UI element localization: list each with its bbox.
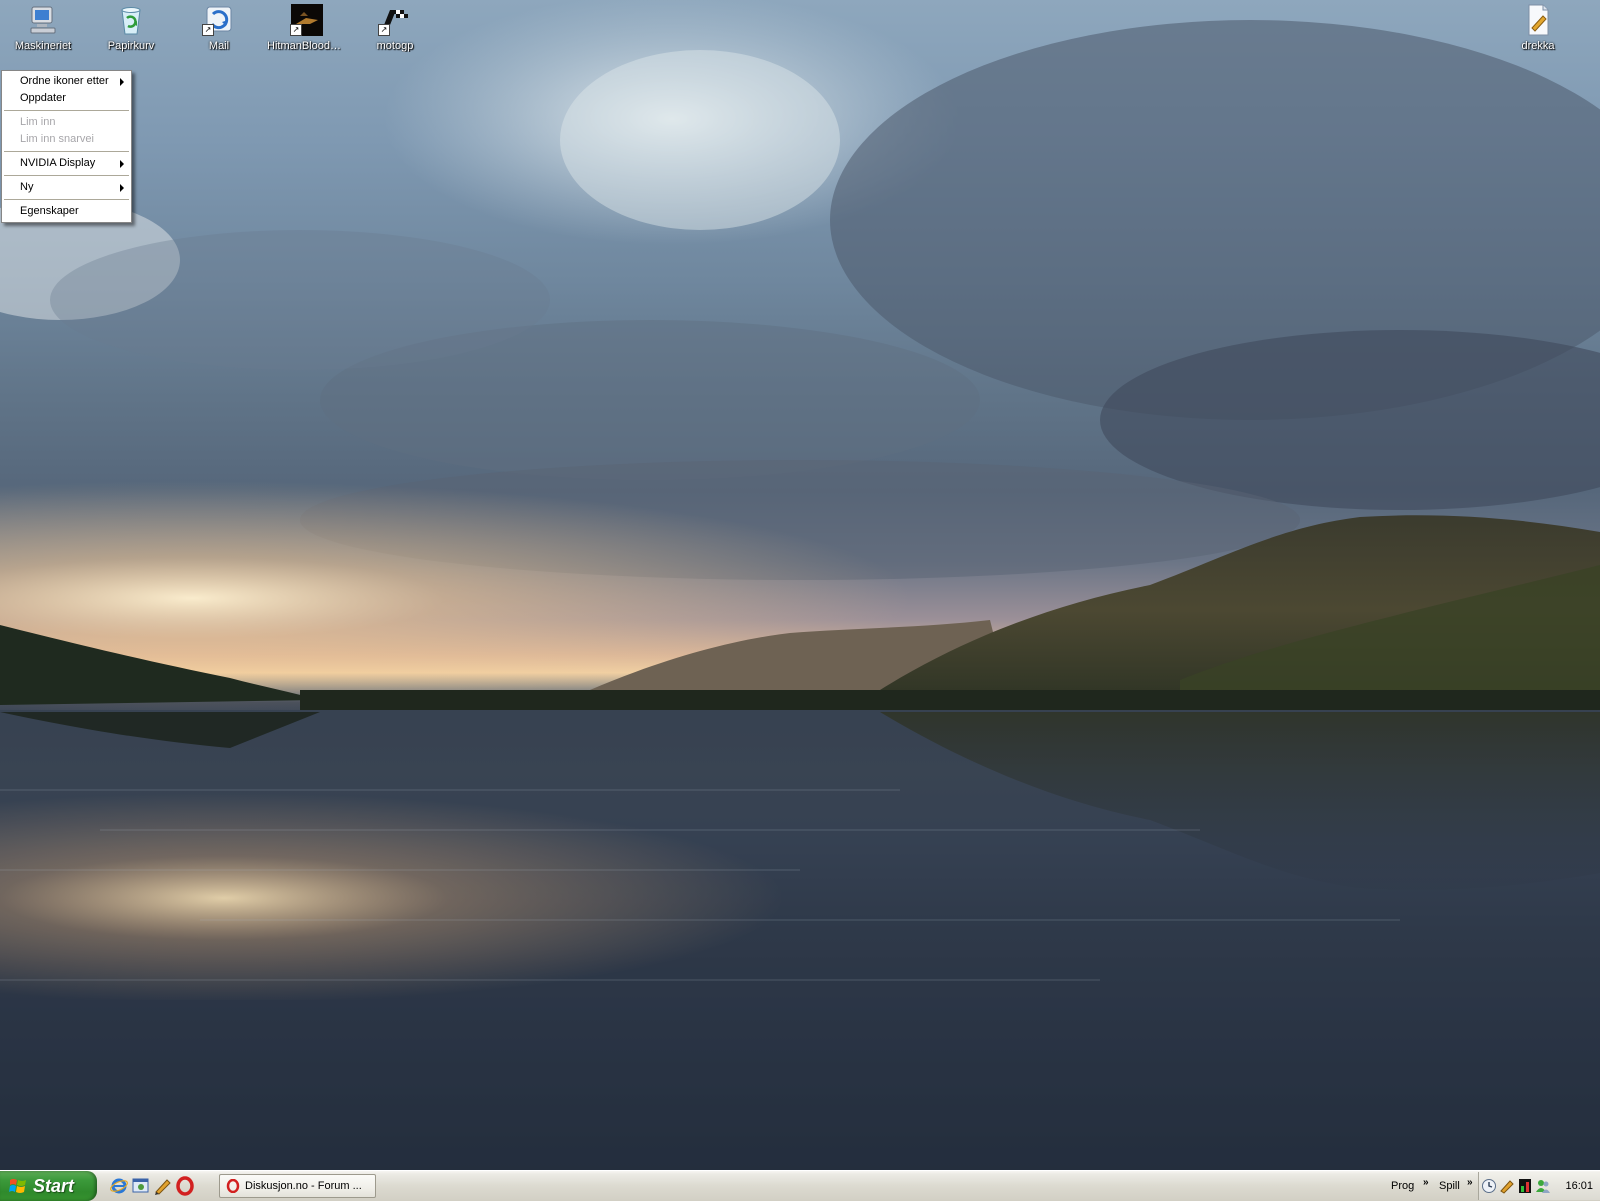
show-desktop-icon[interactable]: [131, 1176, 151, 1196]
menu-item-label: Egenskaper: [20, 205, 79, 217]
menu-item-label: Ordne ikoner etter: [20, 75, 109, 87]
motogp-game-icon: ↗: [378, 4, 412, 36]
windows-logo-icon: [9, 1179, 26, 1193]
text-document-icon: [1521, 4, 1555, 36]
menu-item-refresh[interactable]: Oppdater: [2, 90, 131, 107]
menu-item-paste: Lim inn: [2, 114, 131, 131]
tray-clock-icon[interactable]: [1481, 1178, 1497, 1194]
desktop-icon-label: HitmanBloodM...: [267, 40, 347, 52]
submenu-arrow-icon: [120, 160, 124, 168]
taskbar-window-title: Diskusjon.no - Forum ...: [245, 1180, 362, 1192]
desktop-context-menu[interactable]: Ordne ikoner etter Oppdater Lim inn Lim …: [1, 70, 132, 223]
menu-item-label: Lim inn: [20, 116, 56, 128]
desktop-icon-label: Mail: [208, 40, 230, 52]
opera-icon[interactable]: [175, 1176, 195, 1196]
shortcut-arrow-icon: ↗: [290, 24, 302, 36]
desktop-icon-mail[interactable]: ↗ Mail: [179, 2, 259, 52]
menu-item-label: NVIDIA Display: [20, 157, 96, 169]
tray-pencil-icon[interactable]: [1499, 1178, 1515, 1194]
desktop-icon-hitman[interactable]: ↗ HitmanBloodM...: [267, 2, 347, 52]
taskbar: Start Diskusjon.no - Forum ... Prog » Sp…: [0, 1170, 1600, 1201]
menu-item-nvidia-display[interactable]: NVIDIA Display: [2, 155, 131, 172]
taskbar-window-button[interactable]: Diskusjon.no - Forum ...: [219, 1174, 376, 1198]
menu-separator: [4, 151, 129, 152]
clock[interactable]: 16:01: [1565, 1172, 1593, 1200]
start-button[interactable]: Start: [0, 1171, 97, 1201]
menu-item-new[interactable]: Ny: [2, 179, 131, 196]
menu-separator: [4, 199, 129, 200]
system-tray: 16:01: [1478, 1172, 1600, 1200]
toolbar-spill[interactable]: Spill: [1439, 1171, 1460, 1201]
desktop-icon-recycle-bin[interactable]: Papirkurv: [91, 2, 171, 52]
menu-separator: [4, 175, 129, 176]
desktop-icon-drekka[interactable]: drekka: [1498, 2, 1578, 52]
shortcut-arrow-icon: ↗: [202, 24, 214, 36]
menu-item-arrange-icons[interactable]: Ordne ikoner etter: [2, 73, 131, 90]
desktop-icon-my-computer[interactable]: Maskineriet: [3, 2, 83, 52]
pencil-icon[interactable]: [153, 1176, 173, 1196]
menu-item-properties[interactable]: Egenskaper: [2, 203, 131, 220]
menu-item-paste-shortcut: Lim inn snarvei: [2, 131, 131, 148]
hitman-game-icon: ↗: [290, 4, 324, 36]
chevron-right-icon[interactable]: »: [1467, 1177, 1473, 1188]
desktop-icon-label: motogp: [376, 40, 414, 52]
submenu-arrow-icon: [120, 78, 124, 86]
internet-explorer-icon[interactable]: [109, 1176, 129, 1196]
recycle-bin-icon: [114, 4, 148, 36]
tray-meter-icon[interactable]: [1517, 1178, 1533, 1194]
desktop-icon-motogp[interactable]: ↗ motogp: [355, 2, 435, 52]
desktop-icon-label: Maskineriet: [14, 40, 72, 52]
menu-item-label: Ny: [20, 181, 34, 193]
desktop[interactable]: Maskineriet Papirkurv ↗ Mail ↗ HitmanBlo…: [0, 0, 1600, 1170]
shortcut-arrow-icon: ↗: [378, 24, 390, 36]
my-computer-icon: [26, 4, 60, 36]
chevron-right-icon[interactable]: »: [1423, 1177, 1429, 1188]
wallpaper-image: [0, 0, 1600, 1170]
start-label: Start: [33, 1176, 75, 1196]
mail-shortcut-icon: ↗: [202, 4, 236, 36]
desktop-icon-label: drekka: [1521, 40, 1555, 52]
menu-separator: [4, 110, 129, 111]
menu-item-label: Lim inn snarvei: [20, 133, 94, 145]
tray-messenger-icon[interactable]: [1535, 1178, 1551, 1194]
opera-icon: [226, 1179, 240, 1193]
submenu-arrow-icon: [120, 184, 124, 192]
menu-item-label: Oppdater: [20, 92, 66, 104]
desktop-icon-label: Papirkurv: [107, 40, 155, 52]
toolbar-prog[interactable]: Prog: [1391, 1171, 1414, 1201]
